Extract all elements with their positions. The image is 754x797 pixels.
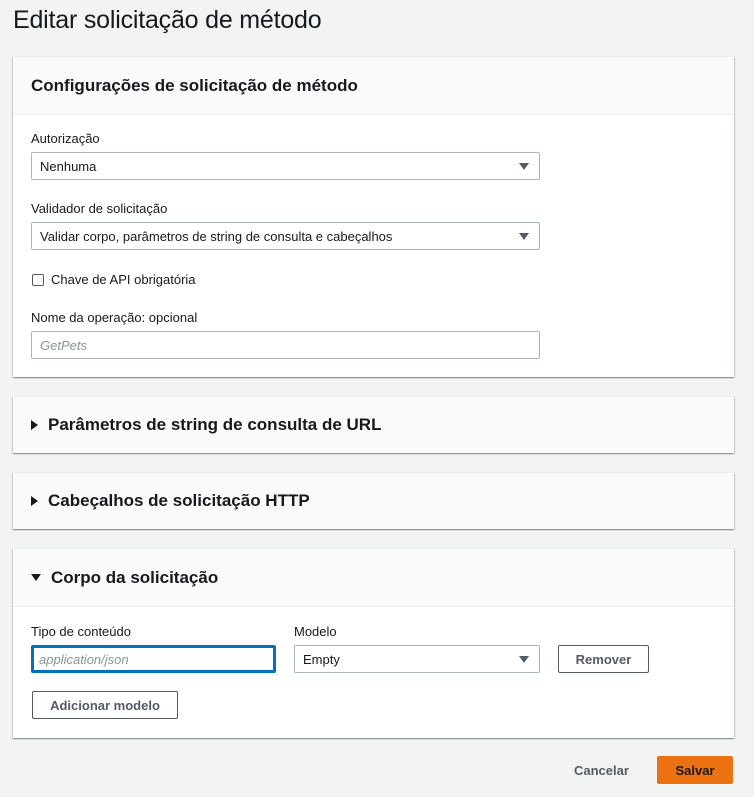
dropdown-arrow-icon <box>519 163 529 170</box>
dropdown-arrow-icon <box>519 656 529 663</box>
save-button[interactable]: Salvar <box>657 756 733 784</box>
request-validator-select[interactable]: Validar corpo, parâmetros de string de c… <box>31 222 540 250</box>
authorization-select[interactable]: Nenhuma <box>31 152 540 180</box>
authorization-label: Autorização <box>31 131 100 146</box>
method-request-settings-title: Configurações de solicitação de método <box>31 75 358 95</box>
model-label: Modelo <box>294 624 337 639</box>
request-body-title: Corpo da solicitação <box>51 567 219 587</box>
api-key-required-checkbox[interactable] <box>32 274 44 286</box>
content-type-input[interactable] <box>31 645 276 673</box>
model-value: Empty <box>303 651 340 667</box>
dropdown-arrow-icon <box>519 233 529 240</box>
method-request-settings-header: Configurações de solicitação de método <box>13 57 734 115</box>
page-title: Editar solicitação de método <box>13 6 322 34</box>
request-body-panel: Corpo da solicitação Tipo de conteúdo Mo… <box>13 548 734 738</box>
cancel-button[interactable]: Cancelar <box>574 763 629 778</box>
url-query-params-title: Parâmetros de string de consulta de URL <box>48 415 382 434</box>
operation-name-label: Nome da operação: opcional <box>31 310 198 325</box>
caret-right-icon <box>31 420 38 430</box>
http-request-headers-panel: Cabeçalhos de solicitação HTTP <box>13 472 734 529</box>
caret-right-icon <box>31 496 38 506</box>
remove-model-button[interactable]: Remover <box>558 645 649 673</box>
content-type-label: Tipo de conteúdo <box>31 624 131 639</box>
model-select[interactable]: Empty <box>294 645 540 673</box>
request-body-header[interactable]: Corpo da solicitação <box>13 549 734 607</box>
operation-name-input[interactable] <box>31 331 540 359</box>
api-key-required-label: Chave de API obrigatória <box>51 272 196 287</box>
http-request-headers-title: Cabeçalhos de solicitação HTTP <box>48 491 310 510</box>
add-model-button[interactable]: Adicionar modelo <box>32 691 178 719</box>
caret-down-icon <box>31 574 41 581</box>
request-validator-label: Validador de solicitação <box>31 201 168 216</box>
url-query-params-panel: Parâmetros de string de consulta de URL <box>13 396 734 453</box>
authorization-value: Nenhuma <box>40 158 97 174</box>
url-query-params-header[interactable]: Parâmetros de string de consulta de URL <box>13 397 734 453</box>
http-request-headers-header[interactable]: Cabeçalhos de solicitação HTTP <box>13 473 734 529</box>
request-validator-value: Validar corpo, parâmetros de string de c… <box>40 228 393 244</box>
method-request-settings-panel: Configurações de solicitação de método A… <box>13 56 734 377</box>
